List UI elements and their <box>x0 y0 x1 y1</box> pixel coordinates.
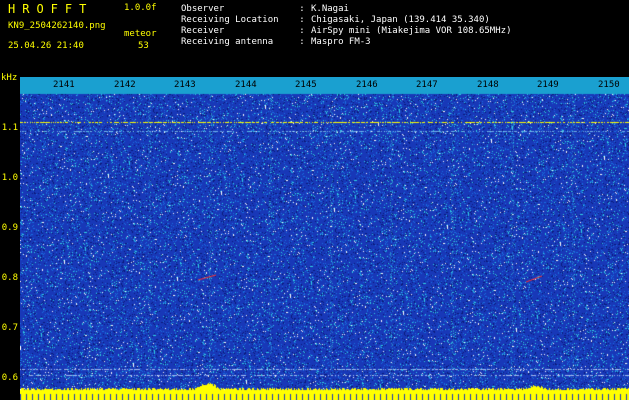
meteor-count: 53 <box>138 41 149 51</box>
info-separator: : <box>299 4 305 14</box>
info-value: K.Nagai <box>311 4 349 14</box>
app-title: HROFFT <box>8 2 94 16</box>
y-tick-label: 1.1 <box>1 123 18 133</box>
mode-label: meteor <box>124 29 157 39</box>
station-info: Observer : K.Nagai Receiving Location : … <box>181 4 511 48</box>
frequency-unit-label: kHz <box>1 73 18 83</box>
spectrogram: 2141 2142 2143 2144 2145 2146 2147 2148 … <box>20 77 629 400</box>
x-tick-label: 2149 <box>537 80 559 90</box>
info-label: Receiving Location <box>181 15 279 25</box>
info-row-receiver: Receiver : AirSpy mini (Miakejima VOR 10… <box>181 26 511 37</box>
info-separator: : <box>299 15 305 25</box>
info-separator: : <box>299 37 305 47</box>
y-tick-label: 0.9 <box>1 223 18 233</box>
info-label: Observer <box>181 4 225 14</box>
y-tick-label: 0.6 <box>1 373 18 383</box>
x-tick-label: 2143 <box>174 80 196 90</box>
timestamp: 25.04.26 21:40 <box>8 41 84 51</box>
hrofft-window: HROFFT 1.0.0f KN9_2504262140.png meteor … <box>0 0 629 400</box>
info-separator: : <box>299 26 305 36</box>
file-name: KN9_2504262140.png <box>8 21 106 31</box>
x-tick-label: 2144 <box>235 80 257 90</box>
x-tick-label: 2147 <box>416 80 438 90</box>
x-tick-label: 2148 <box>477 80 499 90</box>
info-row-observer: Observer : K.Nagai <box>181 4 511 15</box>
y-tick-label: 0.8 <box>1 273 18 283</box>
info-label: Receiving antenna <box>181 37 274 47</box>
info-value: Maspro FM-3 <box>311 37 371 47</box>
x-tick-label: 2150 <box>598 80 620 90</box>
y-tick-label: 0.7 <box>1 323 18 333</box>
x-tick-label: 2146 <box>356 80 378 90</box>
info-value: AirSpy mini (Miakejima VOR 108.65MHz) <box>311 26 512 36</box>
info-label: Receiver <box>181 26 225 36</box>
spectrogram-noise <box>20 77 629 400</box>
info-row-antenna: Receiving antenna : Maspro FM-3 <box>181 37 511 48</box>
app-version: 1.0.0f <box>124 3 157 13</box>
time-axis-band: 2141 2142 2143 2144 2145 2146 2147 2148 … <box>20 77 629 94</box>
x-tick-label: 2141 <box>53 80 75 90</box>
info-value: Chigasaki, Japan (139.414 35.340) <box>311 15 490 25</box>
x-tick-label: 2142 <box>114 80 136 90</box>
y-tick-label: 1.0 <box>1 173 18 183</box>
x-tick-label: 2145 <box>295 80 317 90</box>
info-row-location: Receiving Location : Chigasaki, Japan (1… <box>181 15 511 26</box>
